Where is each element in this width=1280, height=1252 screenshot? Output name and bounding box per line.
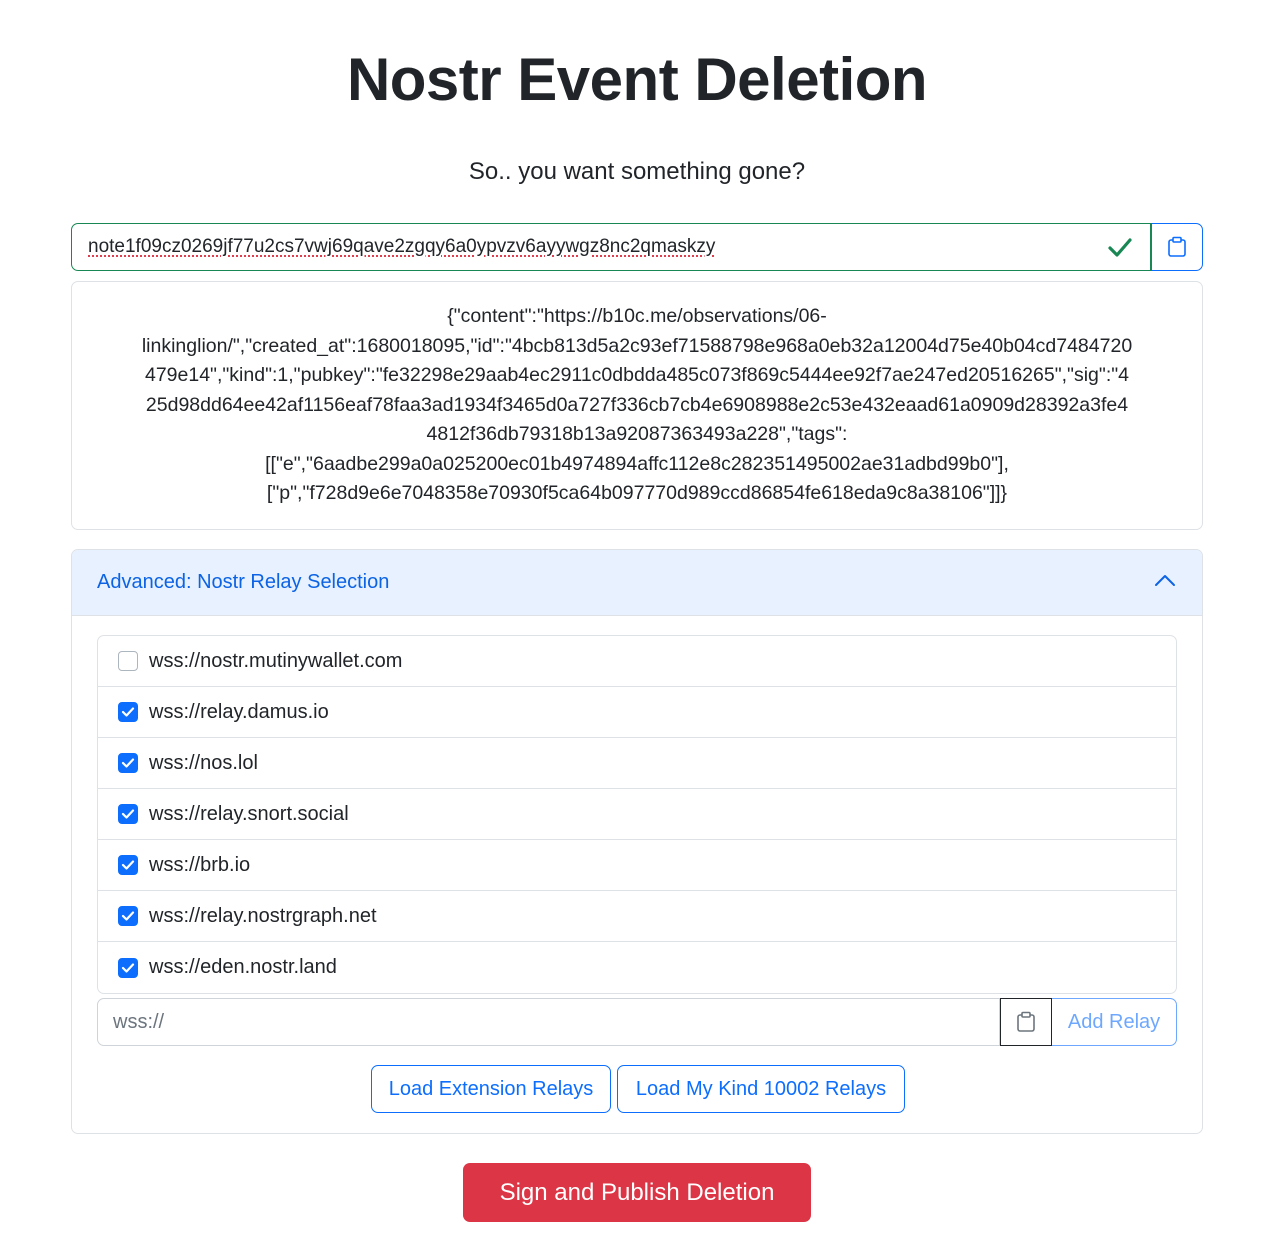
event-json-line: 479e14","kind":1,"pubkey":"fe32298e29aab…	[144, 364, 1130, 386]
event-json-preview: {"content":"https://b10c.me/observations…	[71, 281, 1203, 530]
checkmark-icon	[121, 809, 135, 819]
relay-url: wss://nos.lol	[149, 751, 258, 774]
relay-accordion-header[interactable]: Advanced: Nostr Relay Selection	[72, 550, 1202, 616]
relay-checkbox[interactable]	[118, 906, 138, 926]
checkmark-icon	[121, 911, 135, 921]
relay-checkbox[interactable]	[118, 753, 138, 773]
checkmark-icon	[121, 707, 135, 717]
paste-note-button[interactable]	[1151, 223, 1203, 271]
new-relay-input[interactable]: wss://	[97, 998, 1000, 1046]
event-json-line: linkinglion/","created_at":1680018095,"i…	[141, 334, 1133, 357]
note-id-input[interactable]: note1f09cz0269jf77u2cs7vwj69qave2zgqy6a0…	[71, 223, 1151, 271]
clipboard-icon	[1017, 1011, 1035, 1032]
event-json-line: 25d98dd64ee42af1156eaf78faa3ad1934f3465d…	[145, 393, 1129, 416]
note-input-group: note1f09cz0269jf77u2cs7vwj69qave2zgqy6a0…	[71, 223, 1203, 271]
relay-url: wss://eden.nostr.land	[149, 956, 337, 978]
checkmark-icon	[121, 962, 135, 973]
checkmark-icon	[121, 860, 135, 870]
relay-item[interactable]: wss://relay.nostrgraph.net	[98, 891, 1176, 942]
relay-url: wss://brb.io	[149, 853, 251, 876]
sign-and-publish-button[interactable]: Sign and Publish Deletion	[463, 1163, 811, 1222]
chevron-up-icon	[1155, 575, 1175, 586]
relay-url: wss://nostr.mutinywallet.com	[149, 649, 403, 672]
new-relay-placeholder: wss://	[113, 1010, 165, 1033]
event-json-line: 4812f36db79318b13a92087363493a228","tags…	[426, 423, 848, 445]
relay-item[interactable]: wss://nos.lol	[98, 738, 1176, 789]
relay-accordion: Advanced: Nostr Relay Selection wss://no…	[71, 549, 1203, 1134]
event-json-line: {"content":"https://b10c.me/observations…	[447, 305, 827, 327]
event-json-line: [["e","6aadbe299a0a025200ec01b4974894aff…	[265, 452, 1009, 475]
relay-item[interactable]: wss://nostr.mutinywallet.com	[98, 636, 1176, 687]
add-relay-button[interactable]: Add Relay	[1052, 998, 1177, 1046]
relay-item[interactable]: wss://relay.damus.io	[98, 687, 1176, 738]
page-subtitle: So.. you want something gone?	[468, 158, 806, 185]
relay-item[interactable]: wss://brb.io	[98, 840, 1176, 891]
relay-item[interactable]: wss://eden.nostr.land	[98, 942, 1176, 993]
paste-relay-button[interactable]	[1000, 998, 1052, 1046]
relay-list: wss://nostr.mutinywallet.com wss://relay…	[97, 635, 1177, 994]
relay-checkbox[interactable]	[118, 855, 138, 875]
relay-checkbox[interactable]	[118, 804, 138, 824]
load-extension-relays-button[interactable]: Load Extension Relays	[371, 1065, 611, 1113]
check-icon	[1108, 238, 1132, 257]
relay-url: wss://relay.snort.social	[149, 802, 349, 825]
relay-accordion-title: Advanced: Nostr Relay Selection	[97, 571, 390, 593]
relay-item[interactable]: wss://relay.snort.social	[98, 789, 1176, 840]
load-kind-10002-relays-button[interactable]: Load My Kind 10002 Relays	[617, 1065, 905, 1113]
relay-checkbox[interactable]	[118, 702, 138, 722]
note-id-input-value[interactable]: note1f09cz0269jf77u2cs7vwj69qave2zgqy6a0…	[88, 236, 715, 258]
add-relay-group: wss:// Add Relay	[97, 998, 1177, 1046]
event-json-line: ["p","f728d9e6e7048358e70930f5ca64b09777…	[266, 482, 1008, 504]
relay-checkbox[interactable]	[118, 651, 138, 671]
clipboard-icon	[1168, 236, 1186, 257]
relay-url: wss://relay.nostrgraph.net	[149, 904, 377, 927]
checkmark-icon	[121, 758, 135, 768]
relay-url: wss://relay.damus.io	[149, 700, 329, 723]
load-relays-row: Load Extension Relays Load My Kind 10002…	[72, 1065, 1202, 1113]
page-title: Nostr Event Deletion	[346, 46, 928, 113]
relay-checkbox[interactable]	[118, 957, 138, 978]
